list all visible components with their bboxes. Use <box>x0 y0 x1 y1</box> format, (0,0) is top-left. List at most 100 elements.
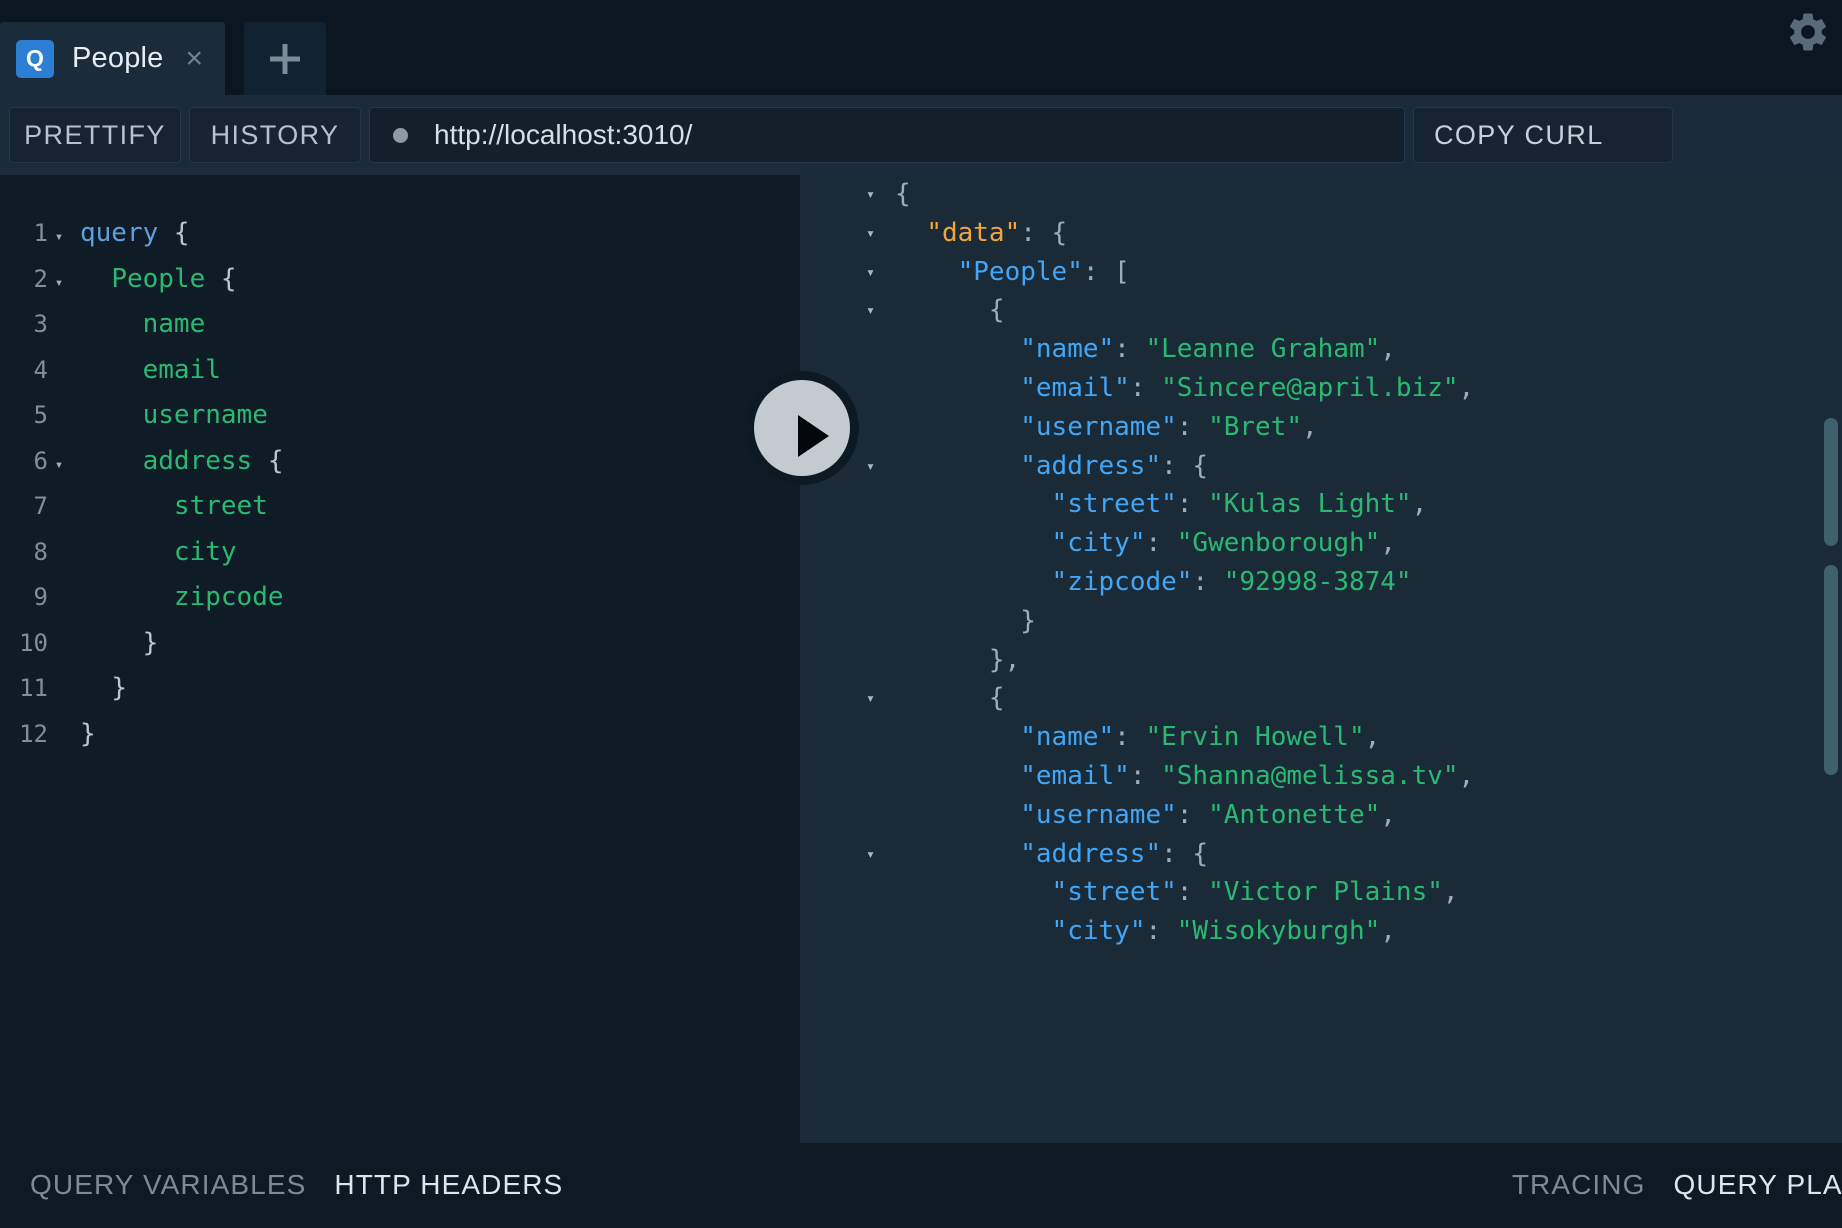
scrollbar-thumb[interactable] <box>1824 418 1838 546</box>
query-line: 8 city <box>0 530 800 576</box>
fold-caret-icon[interactable]: ▾ <box>48 443 70 489</box>
response-line: "email": "Shanna@melissa.tv", <box>800 757 1842 796</box>
query-line: 9 zipcode <box>0 575 800 621</box>
query-line: 5 username <box>0 393 800 439</box>
response-line: ▾ { <box>800 679 1842 718</box>
response-line-text: "address": { <box>1020 838 1209 869</box>
playground-window: Q People × PRETTIFY HISTORY http://localho… <box>0 0 1842 1228</box>
fold-caret-icon[interactable]: ▾ <box>866 187 882 202</box>
response-line: "username": "Bret", <box>800 408 1842 447</box>
fold-caret-icon[interactable]: ▾ <box>866 303 882 318</box>
line-number: 5 <box>33 401 48 429</box>
main-panes: 1 ▾ query {2 ▾ People {3 name 4 email 5 usern… <box>0 175 1842 1143</box>
response-line: "city": "Gwenborough", <box>800 524 1842 563</box>
response-line: "name": "Leanne Graham", <box>800 330 1842 369</box>
query-line: 1 ▾ query { <box>0 211 800 257</box>
response-line: "city": "Wisokyburgh", <box>800 912 1842 951</box>
response-line-text: "zipcode": "92998-3874" <box>1051 566 1412 597</box>
query-line: 12} <box>0 712 800 758</box>
query-line-text: } <box>142 627 159 658</box>
line-number: 10 <box>19 628 48 657</box>
response-line: ▾ "data": { <box>800 214 1842 253</box>
line-number: 2 <box>33 264 48 293</box>
response-line-text: } <box>1020 605 1036 636</box>
query-line-text: city <box>173 536 237 567</box>
response-line: "name": "Ervin Howell", <box>800 718 1842 757</box>
response-line: ▾ "People": [ <box>800 253 1842 292</box>
response-line: "username": "Antonette", <box>800 796 1842 835</box>
query-editor-pane[interactable]: 1 ▾ query {2 ▾ People {3 name 4 email 5 usern… <box>0 175 800 1143</box>
response-line-text: "city": "Wisokyburgh", <box>1051 916 1396 947</box>
line-number: 12 <box>19 719 48 748</box>
scrollbar-thumb[interactable] <box>1824 565 1838 775</box>
query-line: 7 street <box>0 484 800 530</box>
query-editor-code[interactable]: 1 ▾ query {2 ▾ People {3 name 4 email 5 usern… <box>0 211 800 757</box>
tab-label: People <box>72 42 164 74</box>
response-line-text: "email": "Sincere@april.biz", <box>1020 372 1475 403</box>
query-line-text: address { <box>142 445 284 476</box>
response-line-text: "street": "Kulas Light", <box>1051 489 1428 520</box>
line-number: 11 <box>19 674 48 702</box>
footer-right-tabs: TRACING QUERY PLAN <box>1512 1169 1842 1201</box>
fold-caret-icon[interactable]: ▾ <box>866 458 882 474</box>
query-line-text: People { <box>111 263 237 294</box>
response-line-text: "name": "Leanne Graham", <box>1020 334 1396 365</box>
response-line: "street": "Victor Plains", <box>800 873 1842 912</box>
line-number: 3 <box>33 310 48 338</box>
query-line: 4 email <box>0 348 800 394</box>
query-line-text: street <box>173 491 268 521</box>
response-line: }, <box>800 641 1842 680</box>
response-viewer-pane[interactable]: ▾{▾ "data": {▾ "People": [▾ { "name": "L… <box>800 175 1842 1143</box>
copy-curl-button[interactable]: COPY CURL <box>1413 107 1673 163</box>
response-line-text: "data": { <box>926 217 1068 248</box>
query-line-text: name <box>142 309 206 339</box>
footer-tab-query-plan[interactable]: QUERY PLAN <box>1674 1169 1842 1201</box>
response-line-text: { <box>988 295 1005 326</box>
query-line: 11 } <box>0 666 800 712</box>
execute-query-button[interactable] <box>745 371 859 485</box>
new-tab-button[interactable] <box>244 22 326 95</box>
response-line: ▾{ <box>800 175 1842 214</box>
query-line-text: username <box>142 400 268 430</box>
tab-people[interactable]: Q People × <box>0 22 226 95</box>
fold-caret-icon[interactable]: ▾ <box>866 264 882 280</box>
query-line-text: } <box>111 673 127 703</box>
response-line: "email": "Sincere@april.biz", <box>800 369 1842 408</box>
query-line-text: } <box>80 718 96 749</box>
tab-bar: Q People × <box>0 0 1842 95</box>
query-line: 3 name <box>0 302 800 348</box>
response-line-text: }, <box>988 644 1021 675</box>
line-number: 9 <box>33 583 48 611</box>
settings-button[interactable] <box>1782 8 1834 60</box>
fold-caret-icon[interactable]: ▾ <box>48 261 70 307</box>
footer-tab-http-headers[interactable]: HTTP HEADERS <box>334 1169 563 1201</box>
response-line-text: "city": "Gwenborough", <box>1051 528 1396 559</box>
response-line-text: "name": "Ervin Howell", <box>1020 722 1381 753</box>
fold-caret-icon[interactable]: ▾ <box>866 846 882 862</box>
line-number: 7 <box>33 492 48 520</box>
response-scrollbar[interactable] <box>1824 175 1842 1143</box>
response-line-text: "username": "Antonette", <box>1020 799 1396 830</box>
query-line: 10 } <box>0 621 800 667</box>
prettify-button[interactable]: PRETTIFY <box>9 107 181 163</box>
request-toolbar: PRETTIFY HISTORY http://localhost:3010/ … <box>0 95 1842 175</box>
endpoint-input[interactable]: http://localhost:3010/ <box>369 107 1405 163</box>
query-line-text: zipcode <box>173 582 284 612</box>
fold-caret-icon[interactable]: ▾ <box>866 691 882 706</box>
line-number: 1 <box>33 219 48 247</box>
response-line: } <box>800 602 1842 641</box>
fold-caret-icon[interactable]: ▾ <box>48 215 70 261</box>
response-line-text: { <box>895 179 911 209</box>
history-button[interactable]: HISTORY <box>189 107 361 163</box>
footer-tab-query-variables[interactable]: QUERY VARIABLES <box>30 1169 306 1201</box>
fold-caret-icon[interactable]: ▾ <box>866 225 882 241</box>
query-line-text: query { <box>80 218 190 248</box>
endpoint-value: http://localhost:3010/ <box>434 119 693 150</box>
response-line-text: "email": "Shanna@melissa.tv", <box>1020 760 1475 791</box>
status-dot-icon <box>393 127 408 143</box>
footer-tab-tracing[interactable]: TRACING <box>1512 1169 1646 1201</box>
line-number: 4 <box>33 355 48 384</box>
close-icon[interactable]: × <box>186 43 204 74</box>
response-line: "zipcode": "92998-3874" <box>800 563 1842 602</box>
footer-left-tabs: QUERY VARIABLES HTTP HEADERS <box>30 1169 563 1201</box>
